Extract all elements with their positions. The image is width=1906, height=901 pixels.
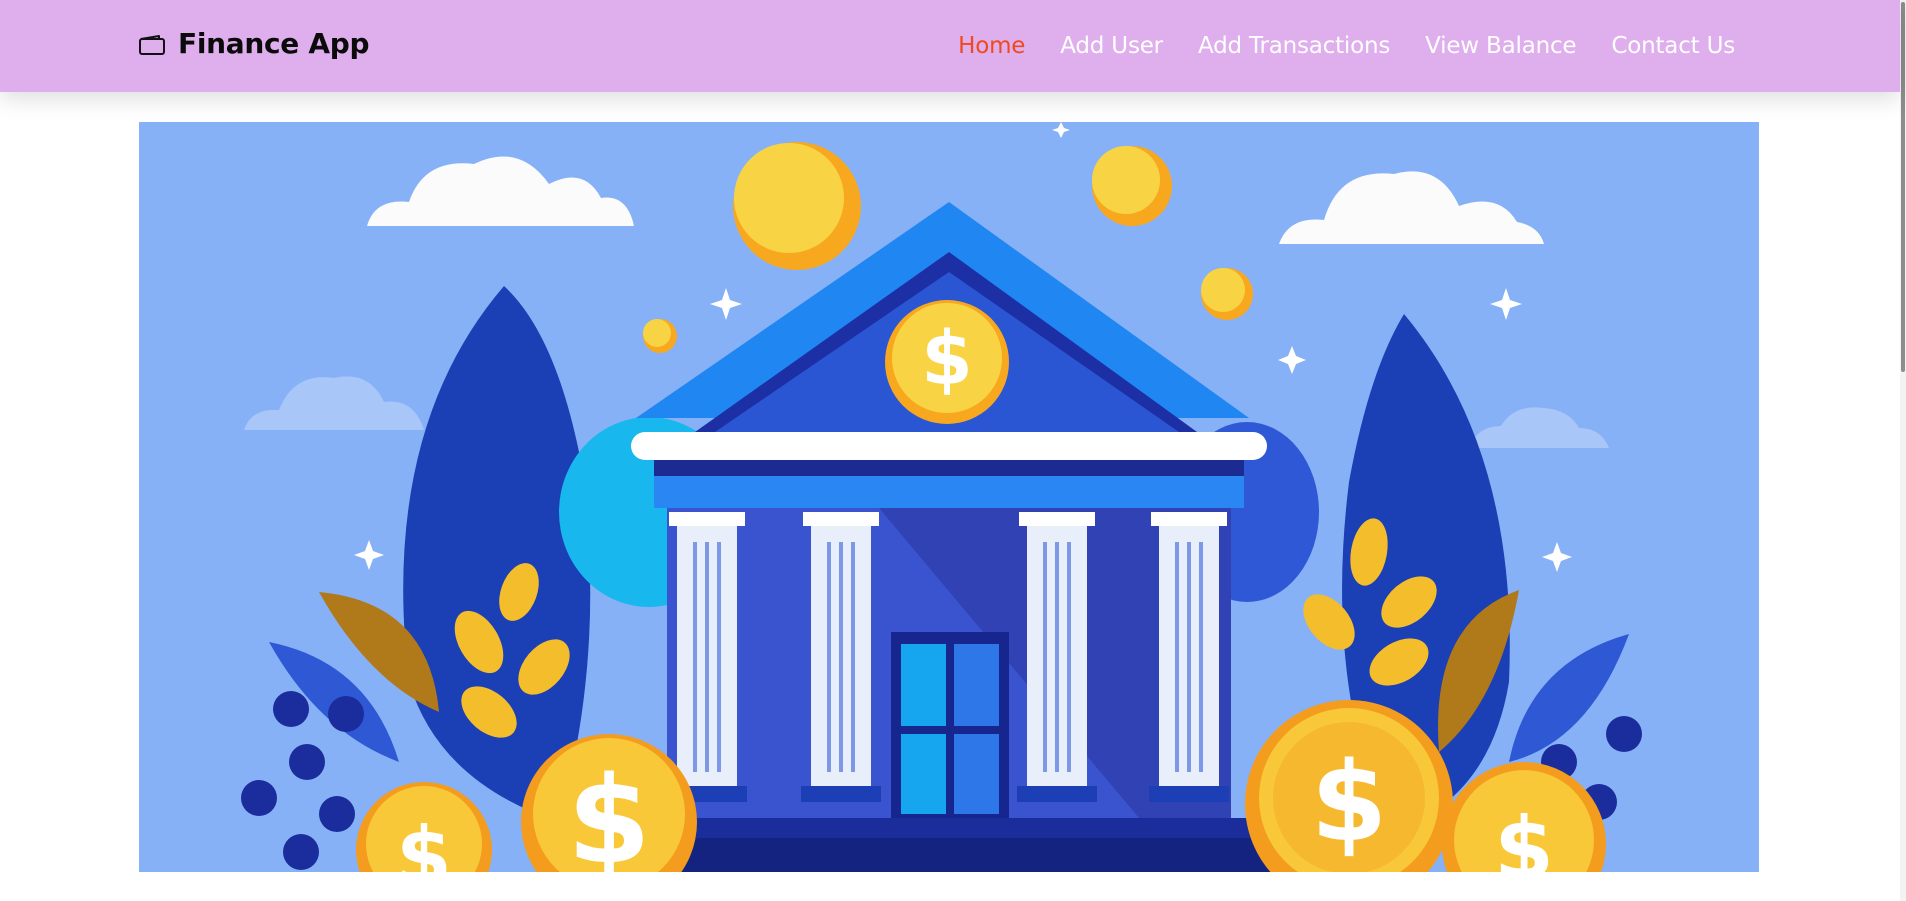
coin-icon bbox=[1201, 268, 1253, 320]
scrollbar[interactable] bbox=[1900, 0, 1906, 901]
coin-icon bbox=[1092, 146, 1172, 226]
svg-text:$: $ bbox=[921, 316, 973, 402]
svg-text:$: $ bbox=[396, 810, 452, 872]
nav-links: Home Add User Add Transactions View Bala… bbox=[958, 0, 1735, 92]
svg-text:$: $ bbox=[567, 752, 651, 872]
dollar-coin-icon: $ bbox=[885, 300, 1009, 424]
top-navbar: Finance App Home Add User Add Transactio… bbox=[0, 0, 1900, 92]
hero-image: $ $ $ $ $ bbox=[139, 122, 1759, 872]
scrollbar-thumb[interactable] bbox=[1901, 2, 1905, 372]
brand-link[interactable]: Finance App bbox=[138, 27, 370, 60]
bank-illustration: $ $ $ $ $ bbox=[139, 122, 1759, 872]
coin-icon bbox=[733, 142, 861, 270]
nav-link-view-balance[interactable]: View Balance bbox=[1425, 33, 1576, 59]
svg-text:$: $ bbox=[1311, 738, 1388, 866]
nav-link-add-user[interactable]: Add User bbox=[1060, 33, 1163, 59]
coin-icon bbox=[643, 319, 677, 353]
wallet-icon bbox=[139, 34, 165, 55]
brand-name: Finance App bbox=[178, 27, 370, 60]
nav-link-add-transactions[interactable]: Add Transactions bbox=[1198, 33, 1390, 59]
nav-link-home[interactable]: Home bbox=[958, 33, 1025, 59]
nav-link-contact-us[interactable]: Contact Us bbox=[1611, 33, 1735, 59]
svg-text:$: $ bbox=[1494, 799, 1554, 872]
